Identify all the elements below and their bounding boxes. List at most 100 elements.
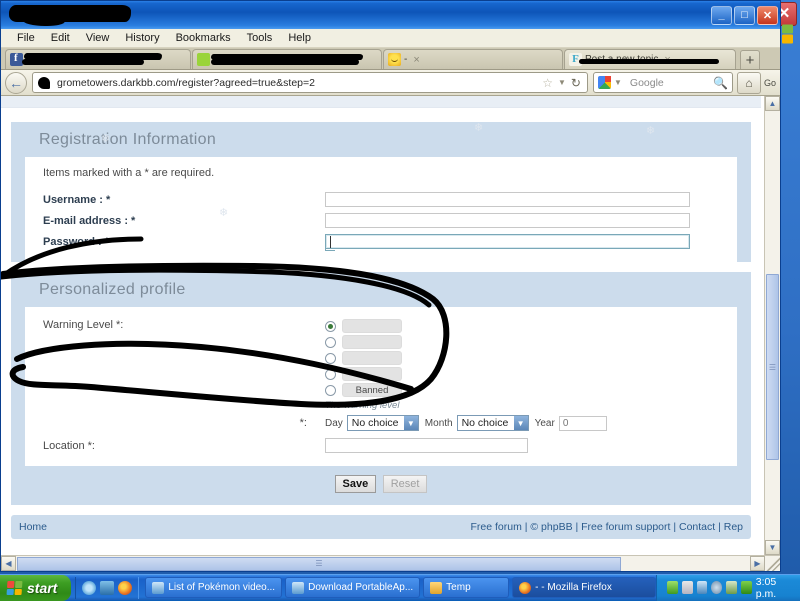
resize-grip[interactable]: [765, 556, 780, 571]
minimize-button[interactable]: _: [711, 6, 732, 25]
browser-tab[interactable]: ×: [5, 49, 191, 69]
tab-title-redaction-2: [22, 59, 144, 65]
firefox-icon: [519, 582, 531, 594]
registration-heading: Registration Information: [11, 122, 751, 157]
scroll-down-button[interactable]: ▼: [765, 540, 780, 555]
warning-bar-1: [342, 319, 402, 333]
taskbar-item[interactable]: Temp: [423, 577, 509, 598]
back-button[interactable]: ←: [5, 72, 27, 94]
browser-tab[interactable]: ×: [192, 49, 382, 69]
scroll-left-button[interactable]: ◀: [1, 556, 16, 571]
required-note: Items marked with a * are required.: [25, 165, 737, 189]
search-box[interactable]: ▼ Google 🔍: [593, 72, 733, 93]
warning-level-option[interactable]: Banned: [325, 383, 402, 397]
reset-button[interactable]: Reset: [383, 475, 428, 493]
browser-tab[interactable]: - ×: [383, 49, 563, 69]
network-icon[interactable]: [697, 581, 708, 594]
warning-bar-3: [342, 351, 402, 365]
security-alert-icon[interactable]: [682, 581, 693, 594]
chevron-down-icon[interactable]: ▼: [404, 416, 418, 430]
internet-explorer-icon[interactable]: [82, 581, 96, 595]
volume-icon[interactable]: [711, 581, 722, 594]
birthday-row: *: Day No choice ▼ Month No choice ▼: [25, 411, 737, 435]
tab-close-icon[interactable]: ×: [413, 54, 419, 66]
desktop: ✕ _ □ ✕ File Edit View History Bookmarks: [0, 0, 800, 600]
radio-warning-3[interactable]: [325, 353, 336, 364]
horizontal-scrollbar[interactable]: ◀ ☰ ▶: [1, 555, 780, 571]
location-row: Location *:: [25, 435, 737, 456]
menu-tools[interactable]: Tools: [239, 31, 281, 45]
windows-flag-icon: [7, 581, 23, 595]
warning-bar-2: [342, 335, 402, 349]
email-input[interactable]: [325, 213, 690, 228]
menu-history[interactable]: History: [117, 31, 167, 45]
url-bar[interactable]: grometowers.darkbb.com/register?agreed=t…: [32, 72, 588, 93]
google-icon[interactable]: [598, 76, 611, 89]
home-button[interactable]: ⌂: [737, 72, 761, 94]
taskbar-item[interactable]: List of Pokémon video...: [145, 577, 282, 598]
location-input[interactable]: [325, 438, 528, 453]
clock[interactable]: 3:05 p.m.: [756, 576, 792, 600]
vertical-scrollbar[interactable]: ▲ ☰ ▼: [764, 96, 780, 555]
warning-banned-label: Banned: [342, 383, 402, 397]
maximize-button[interactable]: □: [734, 6, 755, 25]
radio-warning-5[interactable]: [325, 385, 336, 396]
show-desktop-icon[interactable]: [100, 581, 114, 595]
registration-body: Items marked with a * are required. User…: [25, 157, 737, 262]
menu-edit[interactable]: Edit: [43, 31, 78, 45]
warning-level-option[interactable]: [325, 335, 402, 349]
chevron-down-icon[interactable]: ▼: [514, 416, 528, 430]
firefox-icon[interactable]: [118, 581, 132, 595]
radio-warning-4[interactable]: [325, 369, 336, 380]
antivirus-icon[interactable]: [667, 581, 678, 594]
menu-help[interactable]: Help: [280, 31, 319, 45]
taskbar-item-label: Download PortableAp...: [308, 582, 413, 593]
chevron-down-icon[interactable]: ▼: [558, 78, 566, 87]
birthday-label: *:: [25, 417, 325, 429]
username-label: Username : *: [25, 194, 325, 206]
menu-view[interactable]: View: [78, 31, 118, 45]
removable-drive-icon[interactable]: [726, 581, 737, 594]
page-top-band: [1, 96, 761, 108]
start-button[interactable]: start: [0, 575, 71, 601]
taskbar-item-active[interactable]: - - Mozilla Firefox: [512, 577, 656, 598]
password-input[interactable]: [325, 234, 690, 249]
warning-level-option[interactable]: [325, 367, 402, 381]
footer-links[interactable]: Free forum | © phpBB | Free forum suppor…: [470, 521, 743, 533]
warning-level-options: Banned: [325, 319, 402, 397]
scroll-up-button[interactable]: ▲: [765, 96, 780, 111]
start-label: start: [27, 580, 57, 596]
magnifier-icon[interactable]: 🔍: [713, 76, 728, 90]
menu-bookmarks[interactable]: Bookmarks: [168, 31, 239, 45]
password-label: Password : *: [25, 236, 325, 248]
green-bubble-icon: [197, 53, 210, 66]
year-input[interactable]: 0: [559, 416, 607, 431]
search-input[interactable]: Google: [630, 77, 664, 89]
menu-file[interactable]: File: [9, 31, 43, 45]
horizontal-scrollbar-thumb[interactable]: ☰: [17, 557, 621, 571]
day-select-value: No choice: [352, 417, 399, 429]
window-titlebar[interactable]: _ □ ✕: [1, 1, 780, 29]
day-select[interactable]: No choice ▼: [347, 415, 419, 431]
footer-home-link[interactable]: Home: [19, 521, 47, 533]
username-input[interactable]: [325, 192, 690, 207]
registration-panel: Registration Information Items marked wi…: [11, 122, 751, 262]
scroll-right-button[interactable]: ▶: [750, 556, 765, 571]
close-button[interactable]: ✕: [757, 6, 778, 25]
bookmark-star-icon[interactable]: ☆: [542, 76, 553, 90]
radio-warning-2[interactable]: [325, 337, 336, 348]
reload-icon[interactable]: ↻: [571, 76, 581, 90]
warning-level-option[interactable]: [325, 319, 402, 333]
new-tab-button[interactable]: +: [740, 50, 760, 69]
usb-device-icon[interactable]: [741, 581, 752, 594]
save-button[interactable]: Save: [335, 475, 377, 493]
month-select[interactable]: No choice ▼: [457, 415, 529, 431]
warning-level-option[interactable]: [325, 351, 402, 365]
taskbar-item[interactable]: Download PortableAp...: [285, 577, 420, 598]
navigation-toolbar: ← grometowers.darkbb.com/register?agreed…: [1, 70, 780, 96]
radio-warning-1[interactable]: [325, 321, 336, 332]
browser-tab-active[interactable]: F Post a new topic ×: [564, 49, 736, 69]
search-engine-chevron-icon[interactable]: ▼: [614, 78, 622, 87]
go-label[interactable]: Go: [764, 78, 776, 88]
vertical-scrollbar-thumb[interactable]: ☰: [766, 274, 779, 460]
